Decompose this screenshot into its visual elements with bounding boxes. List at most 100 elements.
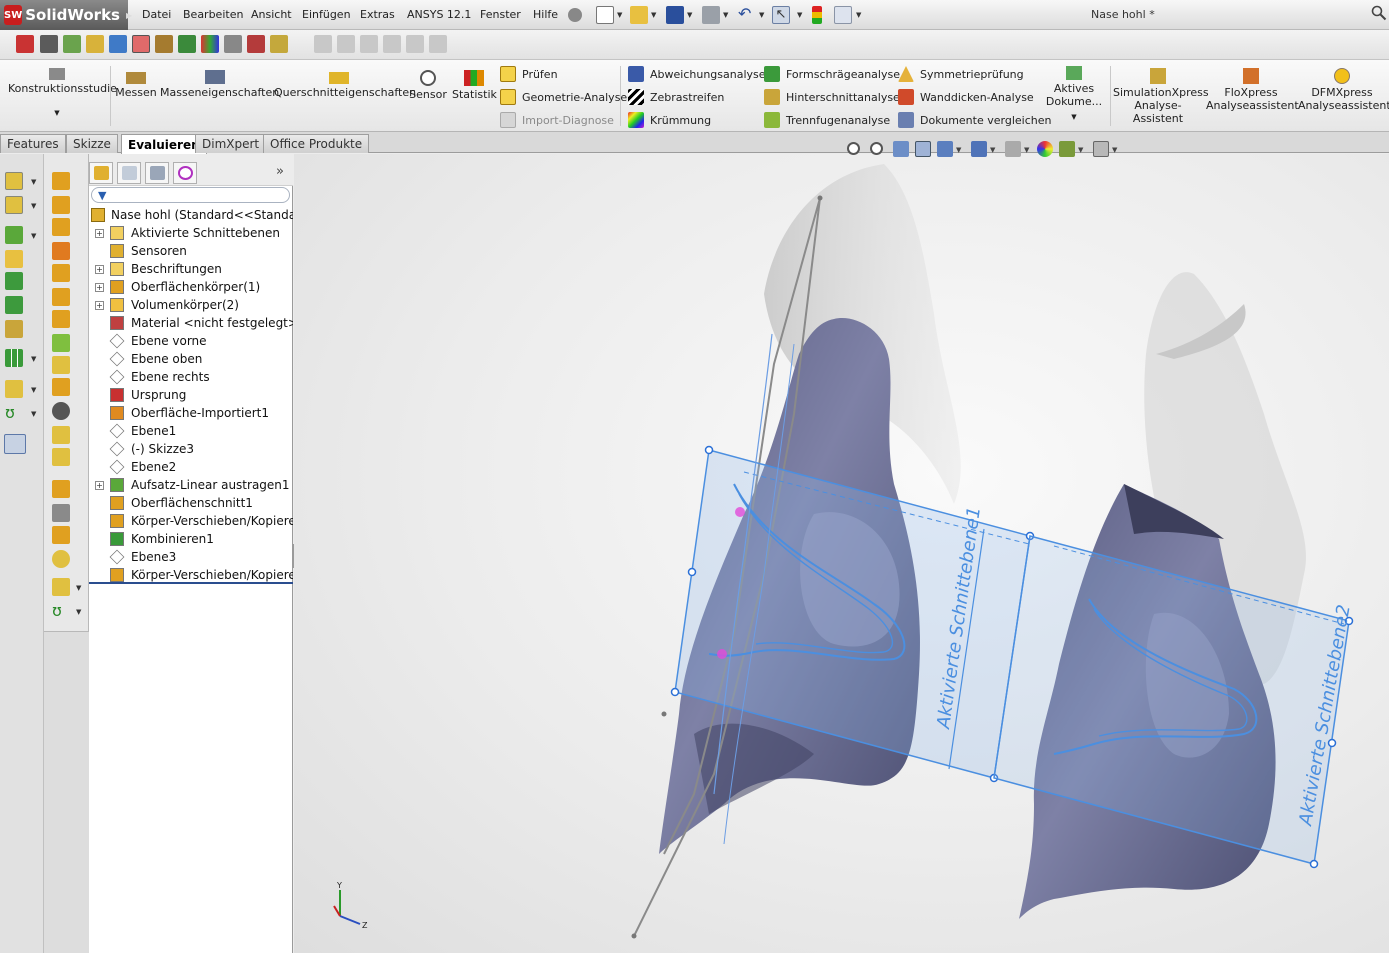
hide-show-items-icon[interactable] [1005, 141, 1021, 157]
graphics-area[interactable]: Aktivierte Schnittebene1 Aktivierte Schn… [294, 154, 1389, 953]
dimension-dropdown-icon[interactable]: ▼ [31, 202, 36, 210]
expand-toggle-icon[interactable]: + [95, 229, 104, 238]
thickness-small-icon[interactable] [224, 35, 242, 53]
view-orientation-icon[interactable] [937, 141, 953, 157]
formschraegeanalyse-button[interactable]: Formschrägeanalyse [764, 65, 900, 83]
rebuild-icon[interactable] [812, 6, 822, 24]
sketch-tool-dropdown-icon[interactable]: ▼ [31, 178, 36, 186]
aktives-dropdown-icon[interactable]: ▼ [1042, 111, 1106, 124]
tree-item[interactable]: + Volumenkörper(2) [89, 296, 293, 314]
geometrie-analyse-button[interactable]: Geometrie-Analyse [500, 88, 627, 106]
tree-item[interactable]: Material <nicht festgelegt> [89, 314, 293, 332]
rib-icon[interactable] [52, 310, 70, 328]
tab-configurationmanager[interactable] [145, 162, 169, 184]
tree-item[interactable]: Sensoren [89, 242, 293, 260]
menu-bearbeiten[interactable]: Bearbeiten [183, 8, 243, 21]
sweep-boss-icon[interactable] [5, 272, 23, 290]
shell-icon[interactable] [52, 334, 70, 352]
chamfer-icon[interactable] [52, 288, 70, 306]
section-plane-2-handle-3[interactable] [1309, 859, 1319, 869]
expand-toggle-icon[interactable]: + [95, 265, 104, 274]
extrude-dropdown-icon[interactable]: ▼ [31, 232, 36, 240]
tree-item[interactable]: Oberfläche-Importiert1 [89, 404, 293, 422]
curvature-small-icon[interactable] [201, 35, 219, 53]
menu-einfuegen[interactable]: Einfügen [302, 8, 351, 21]
simulationxpress-button[interactable]: SimulationXpress Analyse-Assistent [1113, 68, 1209, 125]
undo-icon[interactable]: ↶ [738, 6, 756, 24]
mirror-icon[interactable] [52, 550, 70, 568]
floxpress-button[interactable]: FloXpress Analyseassistent [1206, 68, 1299, 112]
menu-datei[interactable]: Datei [142, 8, 171, 21]
tab-skizze[interactable]: Skizze [66, 134, 118, 153]
solidworks-logo[interactable]: SW SolidWorks ▶ [0, 0, 132, 30]
zoom-to-fit-icon[interactable] [847, 142, 860, 155]
sensor-button[interactable]: Sensor [408, 68, 448, 101]
abweichungsanalyse-button[interactable]: Abweichungsanalyse [628, 65, 766, 83]
sensor-small-icon[interactable] [155, 35, 173, 53]
display-style-icon[interactable] [971, 141, 987, 157]
messen-button[interactable]: Messen [115, 68, 157, 99]
split-icon[interactable] [52, 480, 70, 498]
check-geometry-icon[interactable] [63, 35, 81, 53]
pattern-dropdown-icon[interactable]: ▼ [31, 355, 36, 363]
tree-item[interactable]: + Oberflächenkörper(1) [89, 278, 293, 296]
hole-wizard-icon[interactable] [52, 448, 70, 466]
previous-view-icon[interactable] [893, 141, 909, 157]
new-dropdown-icon[interactable]: ▼ [617, 11, 622, 19]
wanddicken-analyse-button[interactable]: Wanddicken-Analyse [898, 88, 1034, 106]
menu-ansys[interactable]: ANSYS 12.1 [407, 8, 471, 21]
move-face-icon[interactable] [52, 504, 70, 522]
pruefen-button[interactable]: Prüfen [500, 65, 558, 83]
hinterschnittanalyse-button[interactable]: Hinterschnittanalyse [764, 88, 900, 106]
intersect-icon[interactable] [52, 402, 70, 420]
dfmxpress-button[interactable]: DFMXpress Analyseassistent [1298, 68, 1389, 112]
print-dropdown-icon[interactable]: ▼ [723, 11, 728, 19]
tree-item[interactable]: Ebene oben [89, 350, 293, 368]
menu-extras[interactable]: Extras [360, 8, 395, 21]
section-plane-1-handle-2[interactable] [687, 567, 697, 577]
curves-icon[interactable]: ʊ [5, 404, 23, 422]
reference-point-icon[interactable] [52, 578, 70, 596]
select-dropdown-icon[interactable]: ▼ [797, 11, 802, 19]
combine-tool-icon[interactable] [52, 526, 70, 544]
options-icon[interactable] [834, 6, 852, 24]
options-dropdown-icon[interactable]: ▼ [856, 11, 861, 19]
3d-icon[interactable] [16, 35, 34, 53]
apply-scene-dropdown-icon[interactable]: ▼ [1078, 146, 1083, 154]
linear-pattern-icon[interactable] [5, 349, 23, 367]
masseneigenschaften-button[interactable]: Masseneigenschaften [160, 68, 279, 99]
tab-featuremanager[interactable] [89, 162, 113, 184]
print-icon[interactable] [702, 6, 720, 24]
revolve-boss-icon[interactable] [5, 250, 23, 268]
wrap-icon[interactable] [52, 378, 70, 396]
fillet-icon[interactable] [52, 264, 70, 282]
curves-dropdown-icon[interactable]: ▼ [31, 410, 36, 418]
tab-propertymanager[interactable] [117, 162, 141, 184]
tab-dimxpert[interactable]: DimXpert [195, 134, 267, 153]
tab-office-produkte[interactable]: Office Produkte [263, 134, 370, 153]
expand-toggle-icon[interactable]: + [95, 301, 104, 310]
undercut-small-icon[interactable] [247, 35, 265, 53]
statistik-button[interactable]: Statistik [452, 68, 497, 101]
helix-icon[interactable]: ʊ [52, 602, 70, 620]
open-dropdown-icon[interactable]: ▼ [651, 11, 656, 19]
tree-item[interactable]: Oberflächenschnitt1 [89, 494, 293, 512]
tree-root[interactable]: Nase hohl (Standard<<Standard> [89, 206, 293, 224]
tree-item[interactable]: Ebene2 [89, 458, 293, 476]
section-plane-1-handle-3[interactable] [670, 687, 680, 697]
symmetry-small-icon[interactable] [270, 35, 288, 53]
view-orientation-dropdown-icon[interactable]: ▼ [956, 146, 961, 154]
tree-item[interactable]: Körper-Verschieben/Kopieren2 [89, 512, 293, 530]
menu-hilfe[interactable]: Hilfe [533, 8, 558, 21]
select-cursor-icon[interactable]: ↖ [772, 6, 790, 24]
expand-toggle-icon[interactable]: + [95, 481, 104, 490]
view-settings-dropdown-icon[interactable]: ▼ [1112, 146, 1117, 154]
dokumente-vergleichen-button[interactable]: Dokumente vergleichen [898, 111, 1051, 129]
mass-properties-icon[interactable] [86, 35, 104, 53]
display-style-dropdown-icon[interactable]: ▼ [990, 146, 995, 154]
expand-panel-icon[interactable]: » [276, 164, 284, 179]
tree-item[interactable]: Ebene rechts [89, 368, 293, 386]
save-icon[interactable] [666, 6, 684, 24]
undo-dropdown-icon[interactable]: ▼ [759, 11, 764, 19]
apply-scene-icon[interactable] [1059, 141, 1075, 157]
